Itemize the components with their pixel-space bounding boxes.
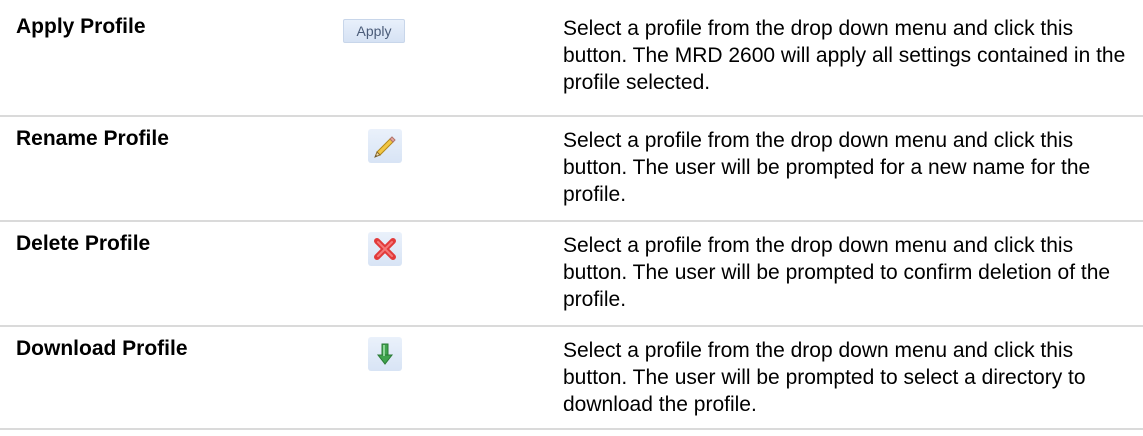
red-x-delete-icon xyxy=(372,236,398,262)
table-row-apply-profile: Apply Profile Apply Select a profile fro… xyxy=(0,5,1143,115)
row-description: Select a profile from the drop down menu… xyxy=(563,234,1111,311)
delete-button[interactable] xyxy=(368,232,402,266)
row-description: Select a profile from the drop down menu… xyxy=(563,129,1091,206)
row-name: Rename Profile xyxy=(16,127,169,150)
green-down-arrow-icon xyxy=(372,341,398,367)
row-description: Select a profile from the drop down menu… xyxy=(563,339,1086,416)
row-name: Download Profile xyxy=(16,337,188,360)
row-name: Delete Profile xyxy=(16,232,151,255)
table-row-download-profile: Download Profile Select a profile from t… xyxy=(0,325,1143,430)
apply-button[interactable]: Apply xyxy=(343,19,405,43)
icon-cell xyxy=(300,222,540,325)
table-row-rename-profile: Rename Profile Select a profile from the… xyxy=(0,115,1143,220)
rename-button[interactable] xyxy=(368,129,402,163)
pencil-icon xyxy=(372,133,398,159)
row-description: Select a profile from the drop down menu… xyxy=(563,17,1126,94)
icon-cell: Apply xyxy=(300,5,540,115)
row-name: Apply Profile xyxy=(16,15,146,38)
table-row-delete-profile: Delete Profile Select a profile from the… xyxy=(0,220,1143,325)
icon-cell xyxy=(300,117,540,220)
profile-buttons-table: Apply Profile Apply Select a profile fro… xyxy=(0,0,1143,436)
download-button[interactable] xyxy=(368,337,402,371)
icon-cell xyxy=(300,327,540,428)
